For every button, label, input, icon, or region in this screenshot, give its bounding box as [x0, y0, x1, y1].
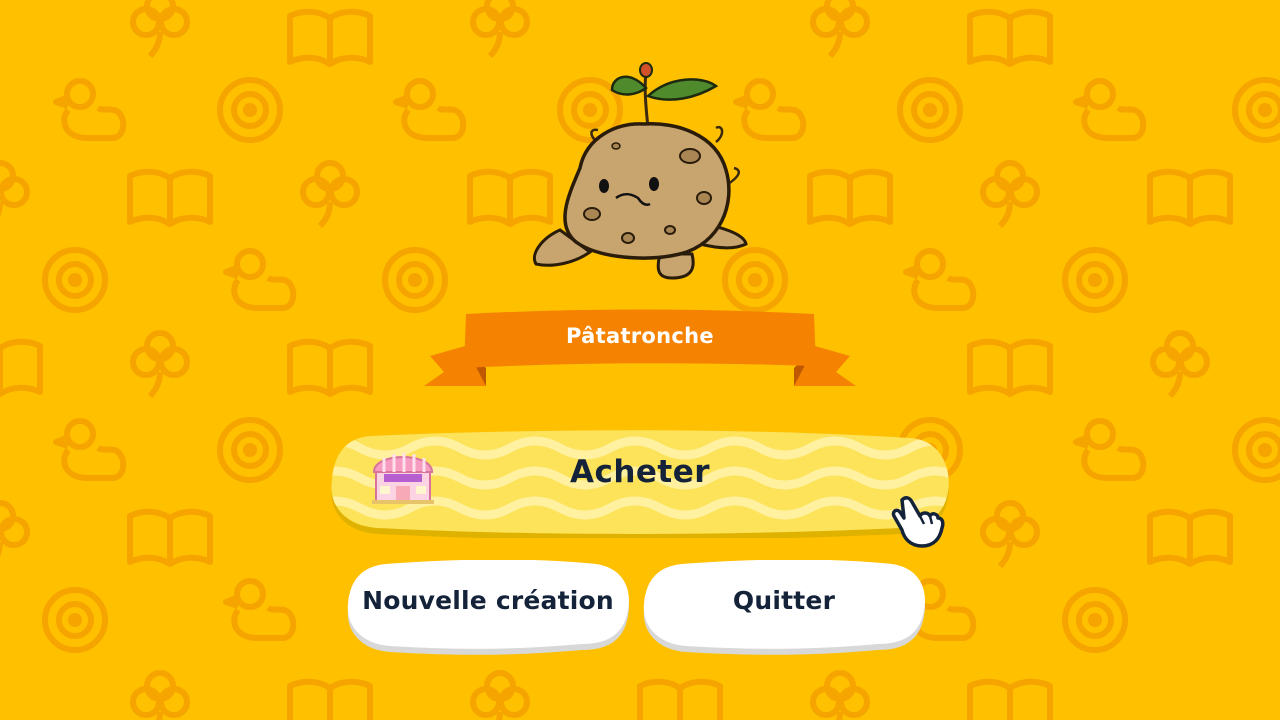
character-name-label: Pâtatronche: [566, 324, 714, 348]
name-ribbon-banner: Pâtatronche: [422, 308, 858, 392]
quit-button[interactable]: Quitter: [642, 560, 926, 656]
pattern-row-9: [133, 673, 1050, 720]
pattern-row-1: [133, 0, 1050, 64]
buy-button-label: Acheter: [569, 454, 711, 490]
potato-creature-illustration: [533, 62, 748, 280]
new-creation-button-label: Nouvelle création: [362, 586, 614, 615]
buy-button[interactable]: Acheter: [330, 430, 950, 548]
pointing-hand-icon: [891, 496, 945, 548]
quit-button-label: Quitter: [732, 586, 836, 615]
new-creation-button[interactable]: Nouvelle création: [346, 560, 630, 656]
